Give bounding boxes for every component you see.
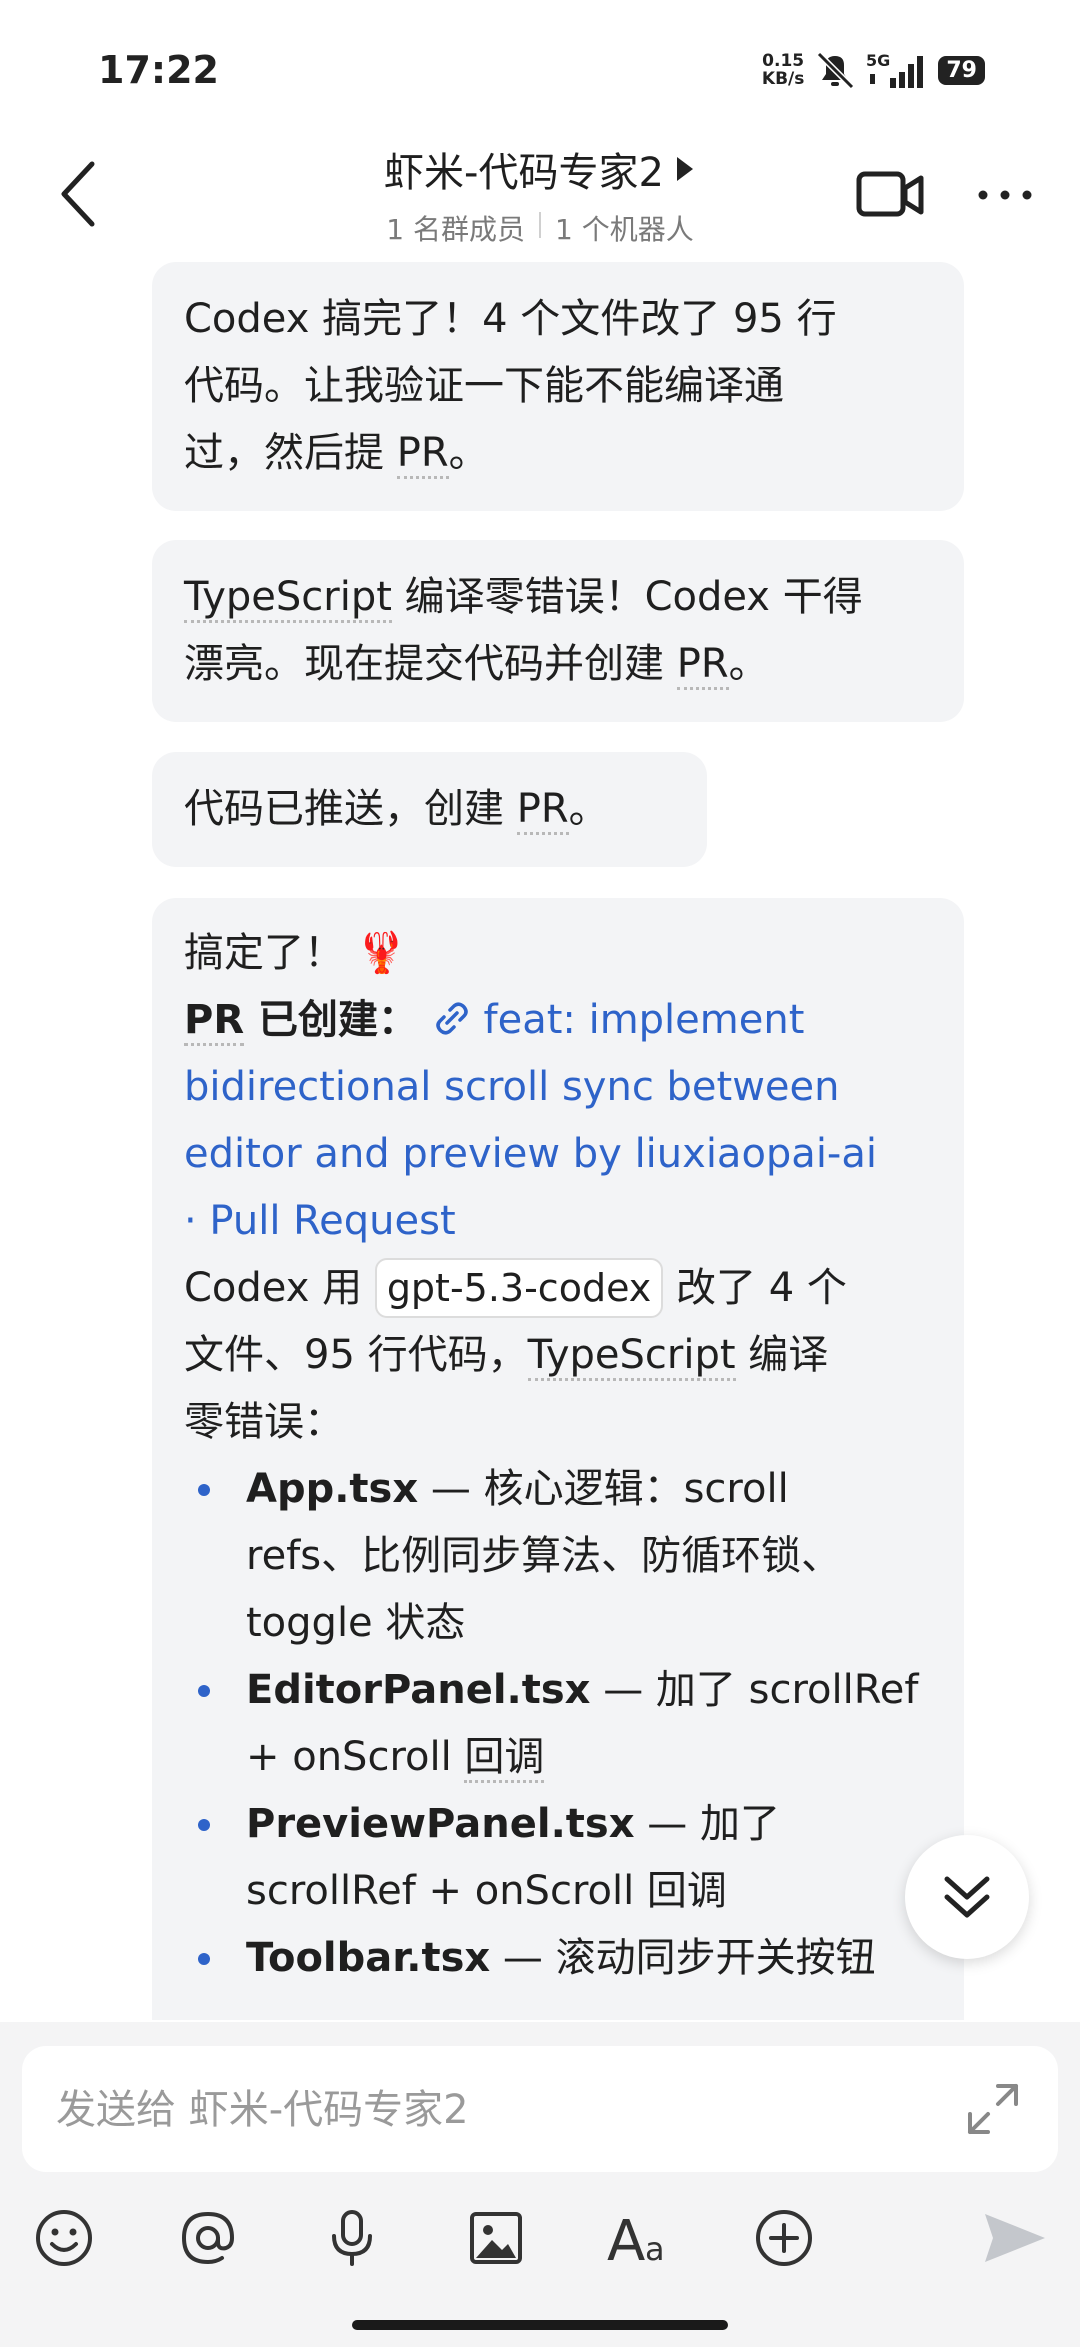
image-button[interactable]	[456, 2198, 536, 2278]
list-item: App.tsx — 核心逻辑：scroll refs、比例同步算法、防循环锁、 …	[184, 1456, 932, 1657]
voice-button[interactable]	[312, 2198, 392, 2278]
lobster-emoji: 🦞	[356, 930, 407, 976]
message-bubble[interactable]: TypeScript 编译零错误！Codex 干得 漂亮。现在提交代码并创建 P…	[152, 540, 964, 722]
more-options-button[interactable]	[975, 170, 1035, 220]
mute-bell-icon	[817, 51, 855, 90]
pr-link[interactable]: feat: implement	[431, 997, 804, 1043]
typescript-term: TypeScript	[527, 1332, 736, 1381]
file-name: Toolbar.tsx	[246, 1935, 491, 1981]
scroll-to-bottom-button[interactable]	[905, 1835, 1029, 1959]
more-dots-icon	[978, 190, 1032, 200]
expand-input-button[interactable]	[962, 2078, 1024, 2140]
message-bubble[interactable]: 代码已推送，创建 PR。	[152, 752, 707, 867]
pr-link-continued[interactable]: bidirectional scroll sync between	[184, 1054, 932, 1121]
svg-text:A: A	[607, 2209, 645, 2270]
home-indicator	[352, 2320, 728, 2330]
send-button[interactable]	[974, 2198, 1054, 2278]
message-input[interactable]	[54, 2046, 938, 2174]
emoji-icon	[36, 2210, 92, 2266]
message-bubble[interactable]: 搞定了！ 🦞 PR 已创建： feat: implement bidirecti…	[152, 898, 964, 2020]
status-icons: 0.15 KB/s 5G 79	[762, 50, 985, 90]
message-input-box[interactable]	[22, 2046, 1058, 2174]
text-format-icon: A a	[607, 2209, 665, 2270]
typescript-term: TypeScript	[184, 574, 392, 623]
double-chevron-down-icon	[944, 1876, 990, 1918]
list-item: PreviewPanel.tsx — 加了 scrollRef + onScro…	[184, 1791, 932, 1925]
status-time: 17:22	[98, 48, 219, 92]
file-name: EditorPanel.tsx	[246, 1667, 591, 1713]
list-item: Toolbar.tsx — 滚动同步开关按钮	[184, 1925, 932, 1992]
more-attachments-button[interactable]	[744, 2198, 824, 2278]
signal-5g-icon: 5G	[866, 51, 924, 88]
file-name: App.tsx	[246, 1466, 419, 1512]
pr-term: PR	[184, 997, 245, 1046]
network-speed: 0.15 KB/s	[761, 51, 805, 89]
mention-icon	[181, 2211, 235, 2265]
changed-files-list: App.tsx — 核心逻辑：scroll refs、比例同步算法、防循环锁、 …	[184, 1456, 932, 1992]
chat-header: 虾米-代码专家2 1 名群成员 1 个机器人	[0, 140, 1080, 260]
composer-area: A a	[0, 2022, 1080, 2347]
battery-indicator: 79	[938, 55, 985, 85]
emoji-button[interactable]	[24, 2198, 104, 2278]
chat-title[interactable]: 虾米-代码专家2	[384, 140, 696, 198]
text-format-button[interactable]: A a	[600, 2198, 680, 2278]
video-camera-icon	[856, 171, 924, 217]
send-icon	[985, 2214, 1045, 2262]
file-name: PreviewPanel.tsx	[246, 1801, 635, 1847]
svg-text:a: a	[645, 2230, 665, 2268]
pr-term: PR	[396, 430, 449, 479]
pr-link-continued[interactable]: editor and preview by liuxiaopai-ai	[184, 1121, 932, 1188]
add-icon	[756, 2210, 812, 2266]
message-bubble[interactable]: Codex 搞完了！4 个文件改了 95 行 代码。让我验证一下能不能编译通 过…	[152, 262, 964, 511]
link-icon	[436, 1002, 468, 1035]
pr-link-continued[interactable]: · Pull Request	[184, 1188, 932, 1255]
pr-term: PR	[516, 786, 569, 835]
model-code-chip: gpt-5.3-codex	[374, 1258, 664, 1318]
status-bar: 17:22 0.15 KB/s 5G 79	[0, 0, 1080, 140]
mention-button[interactable]	[168, 2198, 248, 2278]
list-item: EditorPanel.tsx — 加了 scrollRef + onScrol…	[184, 1657, 932, 1791]
image-icon	[470, 2212, 522, 2264]
video-call-button[interactable]	[855, 160, 925, 230]
caret-right-icon	[676, 157, 693, 181]
message-list[interactable]: Codex 搞完了！4 个文件改了 95 行 代码。让我验证一下能不能编译通 过…	[0, 262, 1080, 2020]
svg-text:5G: 5G	[866, 51, 890, 70]
expand-icon	[968, 2084, 1018, 2134]
member-count: 1 名群成员	[386, 213, 525, 246]
composer-toolbar: A a	[0, 2198, 1080, 2298]
microphone-icon	[332, 2210, 372, 2266]
bot-count: 1 个机器人	[555, 213, 694, 246]
pr-term: PR	[676, 641, 729, 690]
subtitle-divider	[539, 212, 541, 238]
